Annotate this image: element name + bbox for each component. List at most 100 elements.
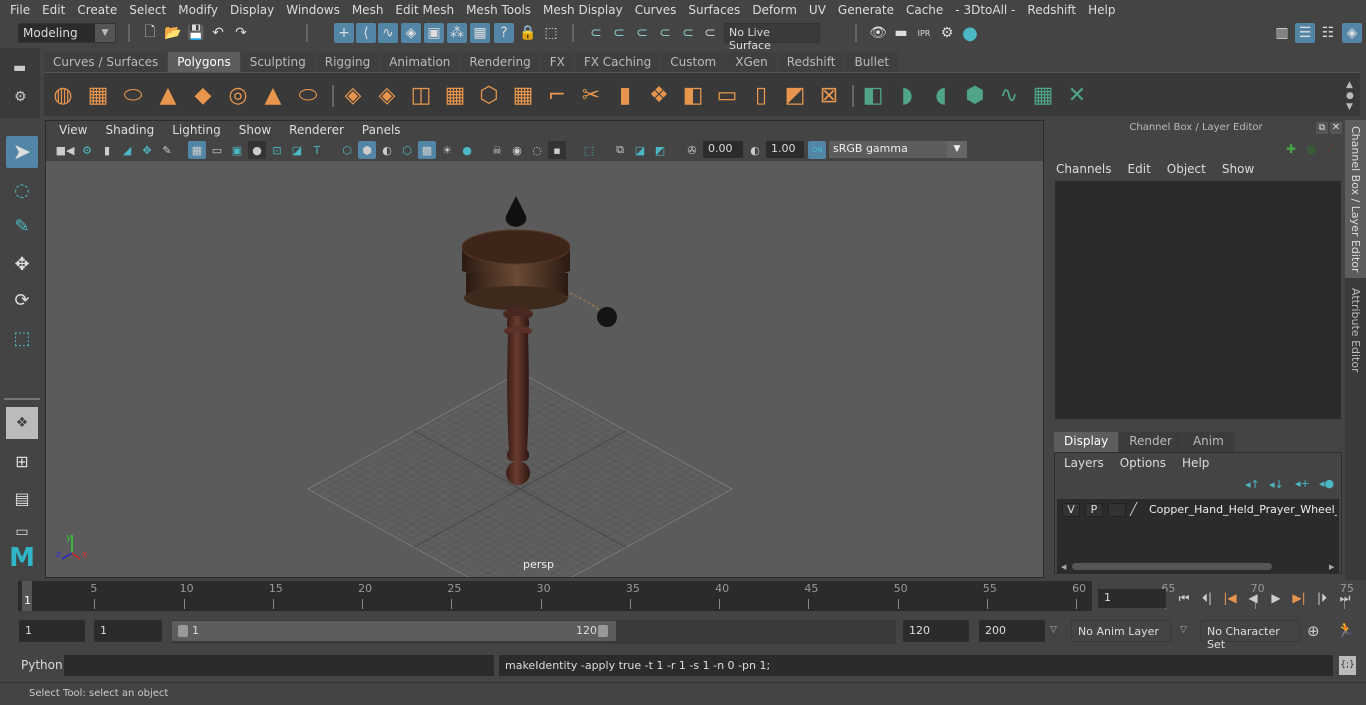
menu-generate[interactable]: Generate <box>832 3 900 17</box>
shelf-tab-xgen[interactable]: XGen <box>726 52 777 73</box>
bookmark-icon[interactable]: ▮ <box>98 141 116 159</box>
menu-create[interactable]: Create <box>71 3 123 17</box>
menu-select[interactable]: Select <box>123 3 172 17</box>
snap-grid-icon[interactable]: ⊂ <box>586 23 606 43</box>
select-face-icon[interactable]: ⁂ <box>447 23 467 43</box>
shelf-tab-rendering[interactable]: Rendering <box>460 52 540 73</box>
smooth-icon[interactable]: ▦ <box>442 83 468 109</box>
move-tool-icon[interactable]: ✥ <box>6 248 38 280</box>
shelf-menu-icon[interactable]: ▬ <box>13 60 26 76</box>
rotate-tool-icon[interactable]: ⟳ <box>6 284 38 316</box>
reduce-icon[interactable]: ▦ <box>510 83 536 109</box>
new-layer-icon[interactable]: ◂+ <box>1295 477 1310 490</box>
go-to-start-icon[interactable]: ⏮ <box>1174 588 1194 608</box>
poly-cone-icon[interactable]: ▲ <box>155 83 181 109</box>
separate-icon[interactable]: ◈ <box>374 83 400 109</box>
shelf-tab-fx[interactable]: FX <box>540 52 574 73</box>
resolution-gate-icon[interactable]: ▣ <box>228 141 246 159</box>
insert-edge-loop-icon[interactable]: ◧ <box>680 83 706 109</box>
scale-tool-icon[interactable]: ⬚ <box>6 322 38 354</box>
gamma-field[interactable]: 1.00 <box>766 141 804 158</box>
poly-cylinder-icon[interactable]: ⬭ <box>120 83 146 109</box>
command-language-toggle[interactable]: Python <box>21 658 63 672</box>
viewport-menu-lighting[interactable]: Lighting <box>163 123 230 137</box>
depth-of-field-icon[interactable]: ▪ <box>548 141 566 159</box>
play-backwards-icon[interactable]: ◀ <box>1243 588 1263 608</box>
shelf-tab-animation[interactable]: Animation <box>380 52 460 73</box>
channel-box-toggle-icon[interactable]: ◈ <box>1342 23 1362 43</box>
exposure-icon[interactable]: ✇ <box>683 141 701 159</box>
lock-icon[interactable]: 🔒 <box>518 23 538 43</box>
viewport-menu-view[interactable]: View <box>50 123 96 137</box>
attribute-editor-toggle-icon[interactable]: ☰ <box>1295 23 1315 43</box>
shelf-tab-polygons[interactable]: Polygons <box>168 52 240 73</box>
gate-mask-icon[interactable]: ● <box>248 141 266 159</box>
shadows-icon[interactable]: ● <box>458 141 476 159</box>
uv-cylindrical-icon[interactable]: ◗ <box>894 83 920 109</box>
shelf-tab-bullet[interactable]: Bullet <box>845 52 899 73</box>
layer-tab-anim[interactable]: Anim <box>1182 432 1234 452</box>
xray-icon[interactable]: ⬡ <box>398 141 416 159</box>
menu-edit-mesh[interactable]: Edit Mesh <box>389 3 460 17</box>
new-scene-icon[interactable]: 🗋 <box>140 23 160 43</box>
current-frame-field[interactable]: 1 <box>1098 589 1166 608</box>
shelf-tab-sculpting[interactable]: Sculpting <box>240 52 315 73</box>
uv-editor-icon[interactable]: ▦ <box>1030 83 1056 109</box>
scroll-right-icon[interactable]: ▶ <box>1329 563 1334 571</box>
open-scene-icon[interactable]: 📂 <box>163 23 183 43</box>
time-slider[interactable]: 1 51015202530354045505560657075808590951… <box>18 581 1354 611</box>
menu-file[interactable]: File <box>4 3 36 17</box>
uv-contour-icon[interactable]: ∿ <box>996 83 1022 109</box>
render-frame-icon[interactable]: ▬ <box>891 23 911 43</box>
character-set-dropdown[interactable]: No Character Set <box>1200 620 1300 651</box>
wireframe-on-shaded-icon[interactable]: ◐ <box>378 141 396 159</box>
menu-edit[interactable]: Edit <box>36 3 71 17</box>
exposure-field[interactable]: 0.00 <box>703 141 743 158</box>
layer-visibility-toggle[interactable]: V <box>1062 503 1080 517</box>
image-plane-icon[interactable]: ◢ <box>118 141 136 159</box>
shelf-tab-redshift[interactable]: Redshift <box>777 52 845 73</box>
new-layer-selected-icon[interactable]: ◂● <box>1319 477 1334 490</box>
shelf-tab-custom[interactable]: Custom <box>661 52 726 73</box>
xray-active-components-icon[interactable]: ◪ <box>631 141 649 159</box>
layer-name[interactable]: Copper_Hand_Held_Prayer_Wheel_00 <box>1149 503 1337 516</box>
channel-box-menu-edit[interactable]: Edit <box>1128 162 1151 176</box>
menu-mesh[interactable]: Mesh <box>346 3 390 17</box>
save-scene-icon[interactable]: 💾 <box>186 23 206 43</box>
smooth-shade-icon[interactable]: ⬢ <box>358 141 376 159</box>
camera-attributes-icon[interactable]: ⚙ <box>78 141 96 159</box>
motion-blur-icon[interactable]: ◉ <box>508 141 526 159</box>
select-vertex-icon[interactable]: ◈ <box>401 23 421 43</box>
snap-point-icon[interactable]: ⊂ <box>632 23 652 43</box>
layer-display-type-toggle[interactable] <box>1108 503 1126 517</box>
grease-pencil-icon[interactable]: ✎ <box>158 141 176 159</box>
channel-list-area[interactable] <box>1055 181 1341 419</box>
layer-menu-options[interactable]: Options <box>1120 456 1166 470</box>
multisample-aa-icon[interactable]: ◌ <box>528 141 546 159</box>
animation-end-field[interactable]: 200 <box>979 620 1045 642</box>
script-editor-icon[interactable]: {;} <box>1339 656 1356 675</box>
chevron-down-icon[interactable]: ▽ <box>1050 625 1057 635</box>
bridge-icon[interactable]: ⌐ <box>544 83 570 109</box>
extrude-icon[interactable]: ▮ <box>612 83 638 109</box>
film-gate-icon[interactable]: ▭ <box>208 141 226 159</box>
layer-color-icon[interactable]: ╱ <box>1130 502 1137 516</box>
poly-sphere-icon[interactable]: ◍ <box>50 83 76 109</box>
use-all-lights-icon[interactable]: ☀ <box>438 141 456 159</box>
auto-key-icon[interactable]: ⊕ <box>1307 622 1320 640</box>
menu-curves[interactable]: Curves <box>629 3 683 17</box>
menu-help[interactable]: Help <box>1082 3 1121 17</box>
lasso-tool-icon[interactable]: ◌ <box>6 174 38 206</box>
shelf-settings-icon[interactable]: ⚙ <box>14 89 27 105</box>
make-live-icon[interactable]: ⊂ <box>700 23 720 43</box>
merge-icon[interactable]: ⊠ <box>816 83 842 109</box>
offset-edge-loop-icon[interactable]: ▭ <box>714 83 740 109</box>
target-weld-icon[interactable]: ▯ <box>748 83 774 109</box>
layer-tab-render[interactable]: Render <box>1119 432 1182 452</box>
manipulator-axis-icon[interactable]: ✚ <box>1286 142 1296 156</box>
go-to-end-icon[interactable]: ⏭ <box>1335 588 1355 608</box>
select-misc-icon[interactable]: ? <box>494 23 514 43</box>
poly-plane-icon[interactable]: ◆ <box>190 83 216 109</box>
range-slider[interactable]: 1 120 <box>172 621 616 641</box>
live-surface-field[interactable]: No Live Surface <box>724 23 820 52</box>
